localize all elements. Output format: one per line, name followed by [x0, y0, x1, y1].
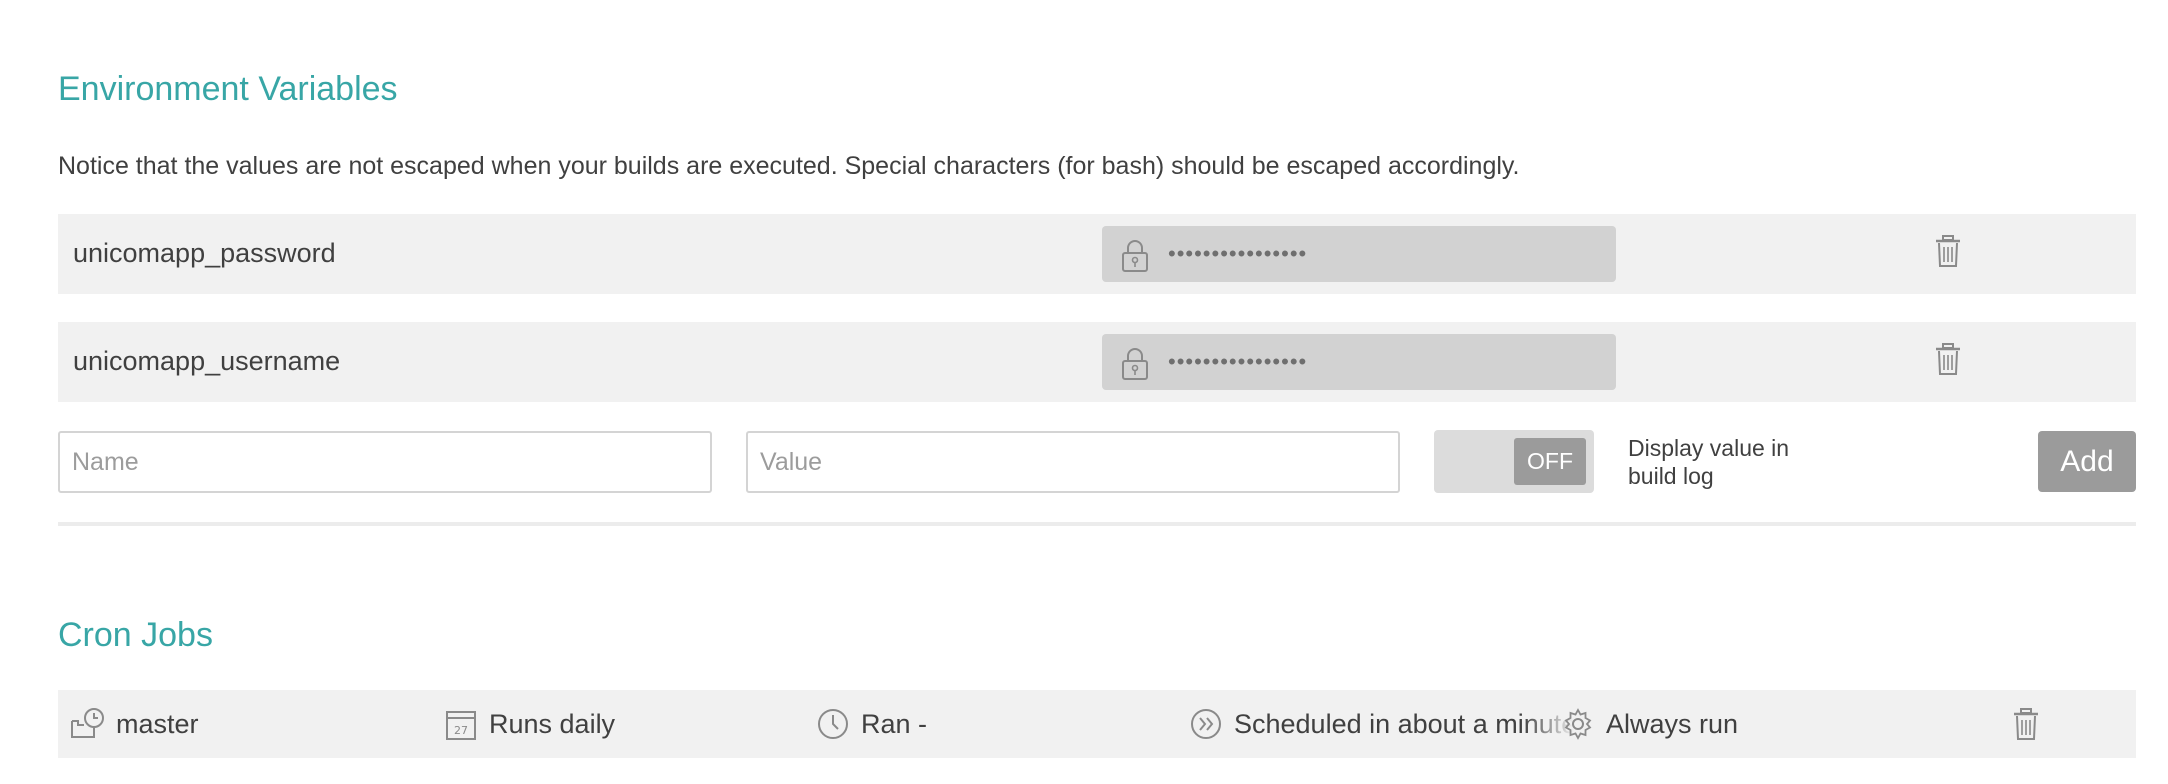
cron-branch: master: [116, 709, 199, 739]
gear-icon: [1564, 708, 1592, 740]
display-value-label-line2: build log: [1628, 463, 1714, 489]
lock-icon: [1122, 348, 1148, 380]
trash-icon[interactable]: [1934, 342, 1962, 376]
name-input[interactable]: [58, 431, 712, 493]
toggle-off-label: OFF: [1514, 438, 1586, 485]
add-button[interactable]: Add: [2038, 431, 2136, 492]
cron-job-row: master 27 Runs daily Ran - Scheduled in …: [58, 690, 2136, 758]
cron-condition: Always run: [1606, 709, 1739, 739]
env-var-value: ••••••••••••••••: [1102, 334, 1616, 390]
cron-interval: Runs daily: [489, 709, 616, 739]
env-vars-notice: Notice that the values are not escaped w…: [58, 152, 1520, 180]
env-vars-title: Environment Variables: [58, 70, 398, 108]
next-run-icon: [1191, 709, 1221, 739]
cron-next-run: Scheduled in about a minute: [1234, 709, 1574, 739]
masked-value: ••••••••••••••••: [1168, 349, 1308, 374]
display-value-toggle[interactable]: OFF: [1434, 430, 1594, 493]
env-var-name: unicomapp_password: [73, 238, 336, 268]
env-var-value: ••••••••••••••••: [1102, 226, 1616, 282]
cron-last-run: Ran -: [861, 709, 928, 739]
svg-text:27: 27: [454, 724, 468, 737]
trash-icon[interactable]: [2012, 707, 2040, 741]
clock-icon: [818, 709, 848, 739]
section-divider: [58, 522, 2136, 526]
branch-clock-icon: [71, 708, 104, 738]
env-var-name: unicomapp_username: [73, 346, 341, 376]
lock-icon: [1122, 240, 1148, 272]
env-var-row: unicomapp_password ••••••••••••••••: [58, 214, 2136, 294]
trash-icon[interactable]: [1934, 234, 1962, 268]
display-value-label-line1: Display value in: [1628, 435, 1790, 461]
value-input[interactable]: [746, 431, 1400, 493]
display-value-label: Display value in build log: [1628, 434, 1828, 490]
cron-jobs-title: Cron Jobs: [58, 616, 213, 654]
calendar-icon: 27: [446, 711, 476, 740]
env-var-row: unicomapp_username ••••••••••••••••: [58, 322, 2136, 402]
masked-value: ••••••••••••••••: [1168, 241, 1308, 266]
